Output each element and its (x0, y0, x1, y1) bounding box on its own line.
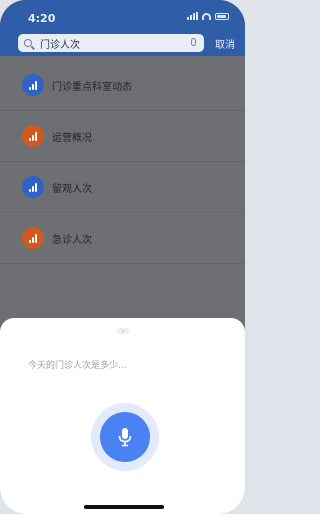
battery-icon (215, 12, 229, 20)
bar-chart-icon (22, 176, 44, 198)
list-item[interactable]: 门诊重点科室动态 (0, 60, 245, 111)
voice-input-sheet: ⌄ 今天的门诊人次是多少... (0, 318, 245, 514)
voice-transcript: 今天的门诊人次是多少... (28, 361, 127, 371)
search-input[interactable]: 门诊人次 (18, 34, 204, 52)
bar-chart-icon (22, 227, 44, 249)
phone-screen: 4:20 门诊人次 取消 门诊重点科室动态 运营概况 留观人次 急诊人次 ⌄ 今… (0, 0, 245, 514)
search-query-text: 门诊人次 (40, 39, 80, 51)
home-indicator (84, 505, 164, 509)
list-item[interactable]: 运营概况 (0, 111, 245, 162)
list-item[interactable]: 留观人次 (0, 162, 245, 213)
bar-chart-icon (22, 125, 44, 147)
status-time: 4:20 (28, 12, 56, 25)
wifi-icon (202, 12, 211, 20)
bar-chart-icon (22, 74, 44, 96)
header-bar: 4:20 门诊人次 取消 (0, 0, 245, 56)
status-icons (187, 12, 229, 20)
signal-icon (187, 12, 198, 20)
search-icon (24, 39, 32, 47)
collapse-chevron-icon[interactable]: ⌄ (116, 328, 130, 334)
list-item-label: 留观人次 (52, 183, 92, 195)
list-item-label: 运营概况 (52, 132, 92, 144)
microphone-icon[interactable] (191, 38, 196, 46)
list-item-label: 门诊重点科室动态 (52, 81, 132, 93)
list-item[interactable]: 急诊人次 (0, 213, 245, 264)
list-item-label: 急诊人次 (52, 234, 92, 246)
results-list: 门诊重点科室动态 运营概况 留观人次 急诊人次 (0, 60, 245, 264)
microphone-icon (118, 428, 132, 447)
cancel-button[interactable]: 取消 (215, 36, 235, 51)
microphone-button[interactable] (100, 412, 150, 462)
